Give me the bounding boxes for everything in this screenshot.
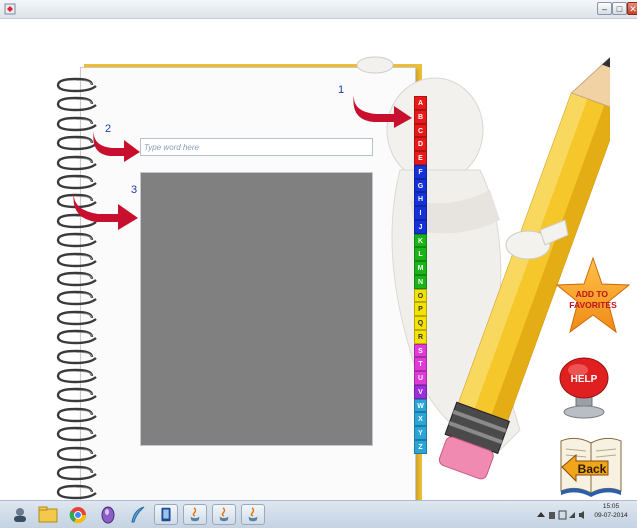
step-1-arrow-icon (353, 94, 412, 128)
alphabet-tab-z[interactable]: Z (414, 439, 427, 454)
spiral-ring (56, 77, 97, 93)
back-button[interactable]: Back (558, 433, 624, 499)
app-icon (4, 3, 16, 15)
alphabet-tab-h[interactable]: H (414, 192, 427, 206)
alphabet-tab-r[interactable]: R (414, 329, 427, 344)
spiral-ring (56, 388, 97, 403)
chrome-icon[interactable] (66, 504, 90, 525)
maximize-button[interactable]: □ (612, 2, 627, 15)
step-number-1: 1 (338, 84, 345, 96)
window-titlebar: – □ ✕ (0, 0, 637, 19)
clock-time: 15:05 (602, 503, 620, 510)
alphabet-tab-b[interactable]: B (414, 109, 427, 124)
add-to-favorites-button[interactable]: ADD TO FAVORITES (556, 256, 630, 336)
alphabet-tab-c[interactable]: C (414, 123, 427, 138)
spiral-ring (56, 232, 97, 248)
step-3-arrow-icon (73, 192, 138, 230)
spiral-ring (56, 271, 97, 287)
alphabet-tab-i[interactable]: I (414, 206, 427, 220)
alphabet-tab-l[interactable]: L (414, 247, 427, 261)
spiral-ring (56, 446, 97, 461)
user-icon[interactable] (8, 504, 32, 525)
alphabet-tab-n[interactable]: N (414, 274, 427, 289)
feather-icon[interactable] (126, 504, 150, 525)
alphabet-tab-j[interactable]: J (414, 219, 427, 234)
spiral-ring (56, 291, 97, 306)
media-player-icon[interactable] (96, 504, 120, 525)
step-2-arrow-icon (93, 130, 140, 162)
alphabet-tab-k[interactable]: K (414, 233, 427, 248)
spiral-ring (56, 485, 97, 500)
alphabet-tab-x[interactable]: X (414, 412, 427, 426)
alphabet-tab-a[interactable]: A (414, 96, 427, 110)
taskbar-clock[interactable]: 15:05 09-07-2014 (590, 502, 632, 520)
java-app-icon[interactable] (241, 504, 265, 525)
clock-date: 09-07-2014 (594, 512, 628, 519)
alphabet-tab-w[interactable]: W (414, 398, 427, 413)
alphabet-tab-e[interactable]: E (414, 151, 427, 165)
java-app-icon[interactable] (212, 504, 236, 525)
alphabet-tab-y[interactable]: Y (414, 426, 427, 440)
spiral-ring (56, 407, 97, 422)
help-label: HELP (571, 374, 598, 385)
alphabet-tab-u[interactable]: U (414, 371, 427, 385)
spiral-ring (56, 97, 97, 112)
java-app-icon[interactable] (183, 504, 207, 525)
minimize-button[interactable]: – (597, 2, 612, 15)
file-manager-icon[interactable] (36, 504, 60, 525)
alphabet-tab-p[interactable]: P (414, 302, 427, 316)
alphabet-tab-m[interactable]: M (414, 261, 427, 275)
spiral-ring (56, 174, 97, 190)
taskbar (0, 500, 637, 528)
spiral-ring (56, 426, 97, 442)
spiral-ring (56, 310, 97, 325)
word-search-input[interactable] (140, 138, 373, 156)
help-button[interactable]: HELP (556, 350, 612, 422)
alphabet-tab-s[interactable]: S (414, 343, 427, 358)
results-panel[interactable] (140, 172, 373, 446)
alphabet-tab-g[interactable]: G (414, 178, 427, 193)
alphabet-index: ABCDEFGHIJKLMNOPQRSTUVWXYZ (414, 96, 427, 454)
spiral-ring (56, 349, 97, 364)
spiral-ring (56, 252, 97, 267)
spiral-ring (56, 465, 97, 481)
system-tray-icons[interactable] (535, 509, 587, 521)
alphabet-tab-f[interactable]: F (414, 164, 427, 179)
spiral-ring (56, 368, 97, 384)
spiral-ring (56, 329, 97, 345)
tablet-app-icon[interactable] (154, 504, 178, 525)
add-to-favorites-label: ADD TO FAVORITES (569, 289, 617, 310)
alphabet-tab-q[interactable]: Q (414, 316, 427, 330)
close-button[interactable]: ✕ (627, 2, 637, 15)
alphabet-tab-o[interactable]: O (414, 288, 427, 303)
alphabet-tab-d[interactable]: D (414, 137, 427, 151)
alphabet-tab-v[interactable]: V (414, 384, 427, 399)
back-label: Back (578, 462, 607, 476)
alphabet-tab-t[interactable]: T (414, 357, 427, 371)
